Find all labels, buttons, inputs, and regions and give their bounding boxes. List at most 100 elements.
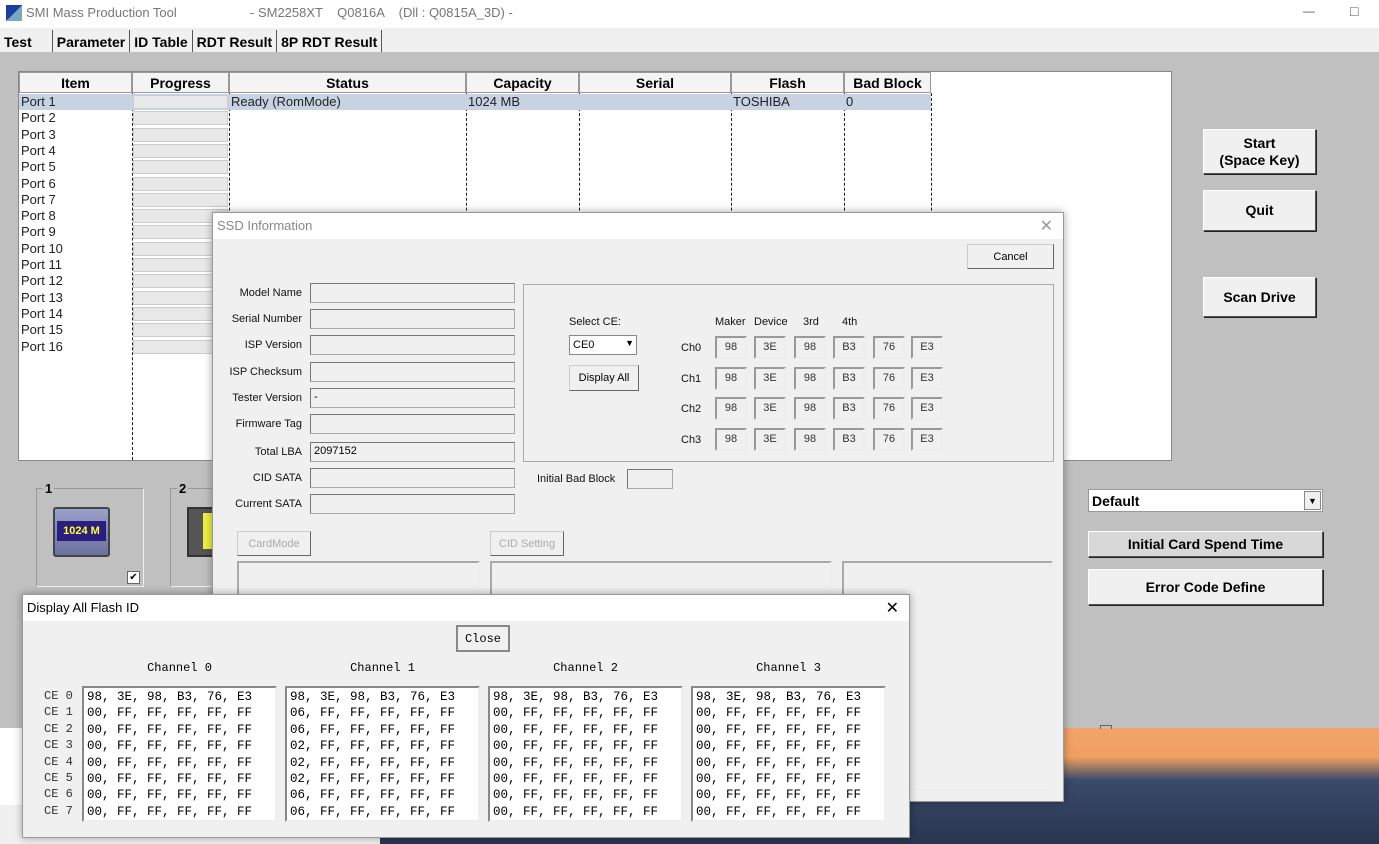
table-row[interactable]: Port 2 — [19, 110, 931, 126]
column-header[interactable]: Status — [229, 72, 466, 93]
scan-drive-button[interactable]: Scan Drive — [1203, 277, 1316, 317]
column-header[interactable]: Item — [19, 72, 132, 93]
field-value[interactable]: - — [310, 388, 515, 408]
field-value[interactable] — [310, 468, 515, 488]
field-value[interactable] — [310, 362, 515, 382]
auto-test-checkbox[interactable] — [1100, 725, 1112, 729]
column-header[interactable]: Progress — [132, 72, 229, 93]
cell-item: Port 14 — [21, 305, 63, 321]
close-icon[interactable]: ✕ — [886, 598, 899, 618]
column-header[interactable]: Flash — [731, 72, 844, 93]
column-header[interactable]: Bad Block — [844, 72, 931, 93]
field-label: CID SATA — [252, 472, 302, 484]
ce-label: CE 6 — [44, 787, 73, 802]
progress-bar — [133, 143, 228, 158]
channel-id-list: 98, 3E, 98, B3, 76, E3 00, FF, FF, FF, FF… — [82, 686, 277, 822]
progress-bar — [133, 176, 228, 191]
flash-id-row: 00, FF, FF, FF, FF, FF — [87, 771, 253, 786]
port-box-label: 1 — [43, 481, 55, 496]
profile-select[interactable]: Default ▼ — [1088, 489, 1323, 512]
flash-id-byte: 98 — [794, 427, 826, 451]
tab-test[interactable]: Test — [0, 30, 53, 52]
select-ce-dropdown[interactable]: CE0 ▼ — [569, 335, 637, 355]
flash-id-row: 00, FF, FF, FF, FF, FF — [696, 771, 862, 786]
table-row[interactable]: Port 5 — [19, 159, 931, 175]
flash-id-row: 02, FF, FF, FF, FF, FF — [290, 739, 456, 754]
close-button[interactable]: Close — [456, 625, 510, 652]
field-label: Tester Version — [232, 392, 302, 404]
port-checkbox[interactable]: ✔ — [127, 571, 140, 584]
flash-id-row: 98, 3E, 98, B3, 76, E3 — [290, 690, 456, 704]
cancel-button[interactable]: Cancel — [967, 244, 1054, 269]
table-row[interactable]: Port 4 — [19, 143, 931, 159]
start-button[interactable]: Start (Space Key) — [1203, 129, 1316, 174]
cid-setting-button[interactable]: CID Setting — [490, 531, 564, 556]
card-mode-button[interactable]: CardMode — [237, 531, 311, 556]
minimize-button[interactable]: — — [1303, 4, 1315, 18]
flash-id-byte: B3 — [833, 397, 865, 420]
flash-id-row: 02, FF, FF, FF, FF, FF — [290, 755, 456, 770]
flash-id-byte: 3E — [754, 366, 786, 390]
flash-id-byte: B3 — [833, 427, 865, 451]
initial-card-spend-time-button[interactable]: Initial Card Spend Time — [1088, 531, 1323, 557]
cell-item: Port 15 — [21, 322, 63, 338]
field-value[interactable] — [310, 283, 515, 303]
profile-select-value: Default — [1092, 493, 1140, 509]
table-row[interactable]: Port 7 — [19, 192, 931, 208]
table-row[interactable]: Port 3 — [19, 127, 931, 143]
table-row[interactable]: Port 1 Ready (RomMode) 1024 MB TOSHIBA 0 — [19, 94, 931, 110]
field-value[interactable]: 2097152 — [310, 442, 515, 462]
field-value[interactable] — [310, 494, 515, 514]
channel-label: Ch3 — [681, 433, 702, 446]
chevron-down-icon[interactable]: ▼ — [1304, 491, 1321, 510]
port-box-1[interactable]: 1 1024 M ✔ — [36, 481, 144, 587]
initial-bad-block-field[interactable] — [627, 469, 673, 489]
field-value[interactable] — [310, 414, 515, 434]
ce-label: CE 4 — [44, 754, 73, 769]
flash-id-row: 02, FF, FF, FF, FF, FF — [290, 771, 456, 786]
flash-id-row: 00, FF, FF, FF, FF, FF — [696, 804, 862, 819]
flash-id-row: 00, FF, FF, FF, FF, FF — [696, 739, 862, 754]
channel-id-list: 98, 3E, 98, B3, 76, E3 06, FF, FF, FF, FF… — [285, 686, 480, 822]
flash-id-row: 00, FF, FF, FF, FF, FF — [493, 722, 659, 737]
maximize-button[interactable]: □ — [1350, 3, 1358, 19]
id-column-header: 3rd — [803, 316, 819, 328]
channel-header: Channel 2 — [553, 661, 618, 675]
tab-id-table[interactable]: ID Table — [130, 30, 193, 52]
field-label: Firmware Tag — [235, 418, 302, 430]
quit-button[interactable]: Quit — [1203, 190, 1316, 231]
cell-item: Port 1 — [21, 94, 56, 109]
flash-id-row: 00, FF, FF, FF, FF, FF — [87, 739, 253, 754]
flash-id-row: 00, FF, FF, FF, FF, FF — [87, 804, 253, 819]
display-all-button[interactable]: Display All — [569, 365, 639, 391]
flash-id-row: 00, FF, FF, FF, FF, FF — [493, 771, 659, 786]
table-row[interactable]: Port 6 — [19, 176, 931, 192]
flash-id-row: 98, 3E, 98, B3, 76, E3 — [493, 690, 659, 704]
flash-id-row: 00, FF, FF, FF, FF, FF — [493, 739, 659, 754]
tab-rdt-result[interactable]: RDT Result — [193, 30, 278, 52]
tab-bar: Test Parameter ID Table RDT Result 8P RD… — [0, 28, 1379, 52]
cell-item: Port 7 — [21, 191, 56, 207]
tab-8p-rdt-result[interactable]: 8P RDT Result — [277, 30, 383, 52]
error-code-define-button[interactable]: Error Code Define — [1088, 569, 1323, 605]
flash-id-row: 00, FF, FF, FF, FF, FF — [87, 755, 253, 770]
ce-label: CE 2 — [44, 721, 73, 736]
column-header[interactable]: Capacity — [466, 72, 579, 93]
drive-capacity: 1024 M — [57, 521, 106, 541]
close-icon[interactable]: ✕ — [1040, 216, 1053, 236]
flash-id-byte: 98 — [794, 397, 826, 420]
channel-header: Channel 3 — [756, 661, 821, 675]
channel-id-list: 98, 3E, 98, B3, 76, E3 00, FF, FF, FF, FF… — [691, 686, 886, 822]
channel-header: Channel 1 — [350, 661, 415, 675]
column-header[interactable]: Serial — [579, 72, 731, 93]
progress-bar — [133, 160, 228, 175]
select-ce-label: Select CE: — [569, 316, 621, 328]
field-value[interactable] — [310, 335, 515, 355]
flash-id-byte: B3 — [833, 366, 865, 390]
tab-parameter[interactable]: Parameter — [53, 30, 131, 52]
field-value[interactable] — [310, 309, 515, 329]
cell-item: Port 4 — [21, 142, 56, 158]
port-box-label: 2 — [177, 481, 189, 496]
cell-item: Port 5 — [21, 159, 56, 175]
field-label: Current SATA — [235, 498, 302, 510]
